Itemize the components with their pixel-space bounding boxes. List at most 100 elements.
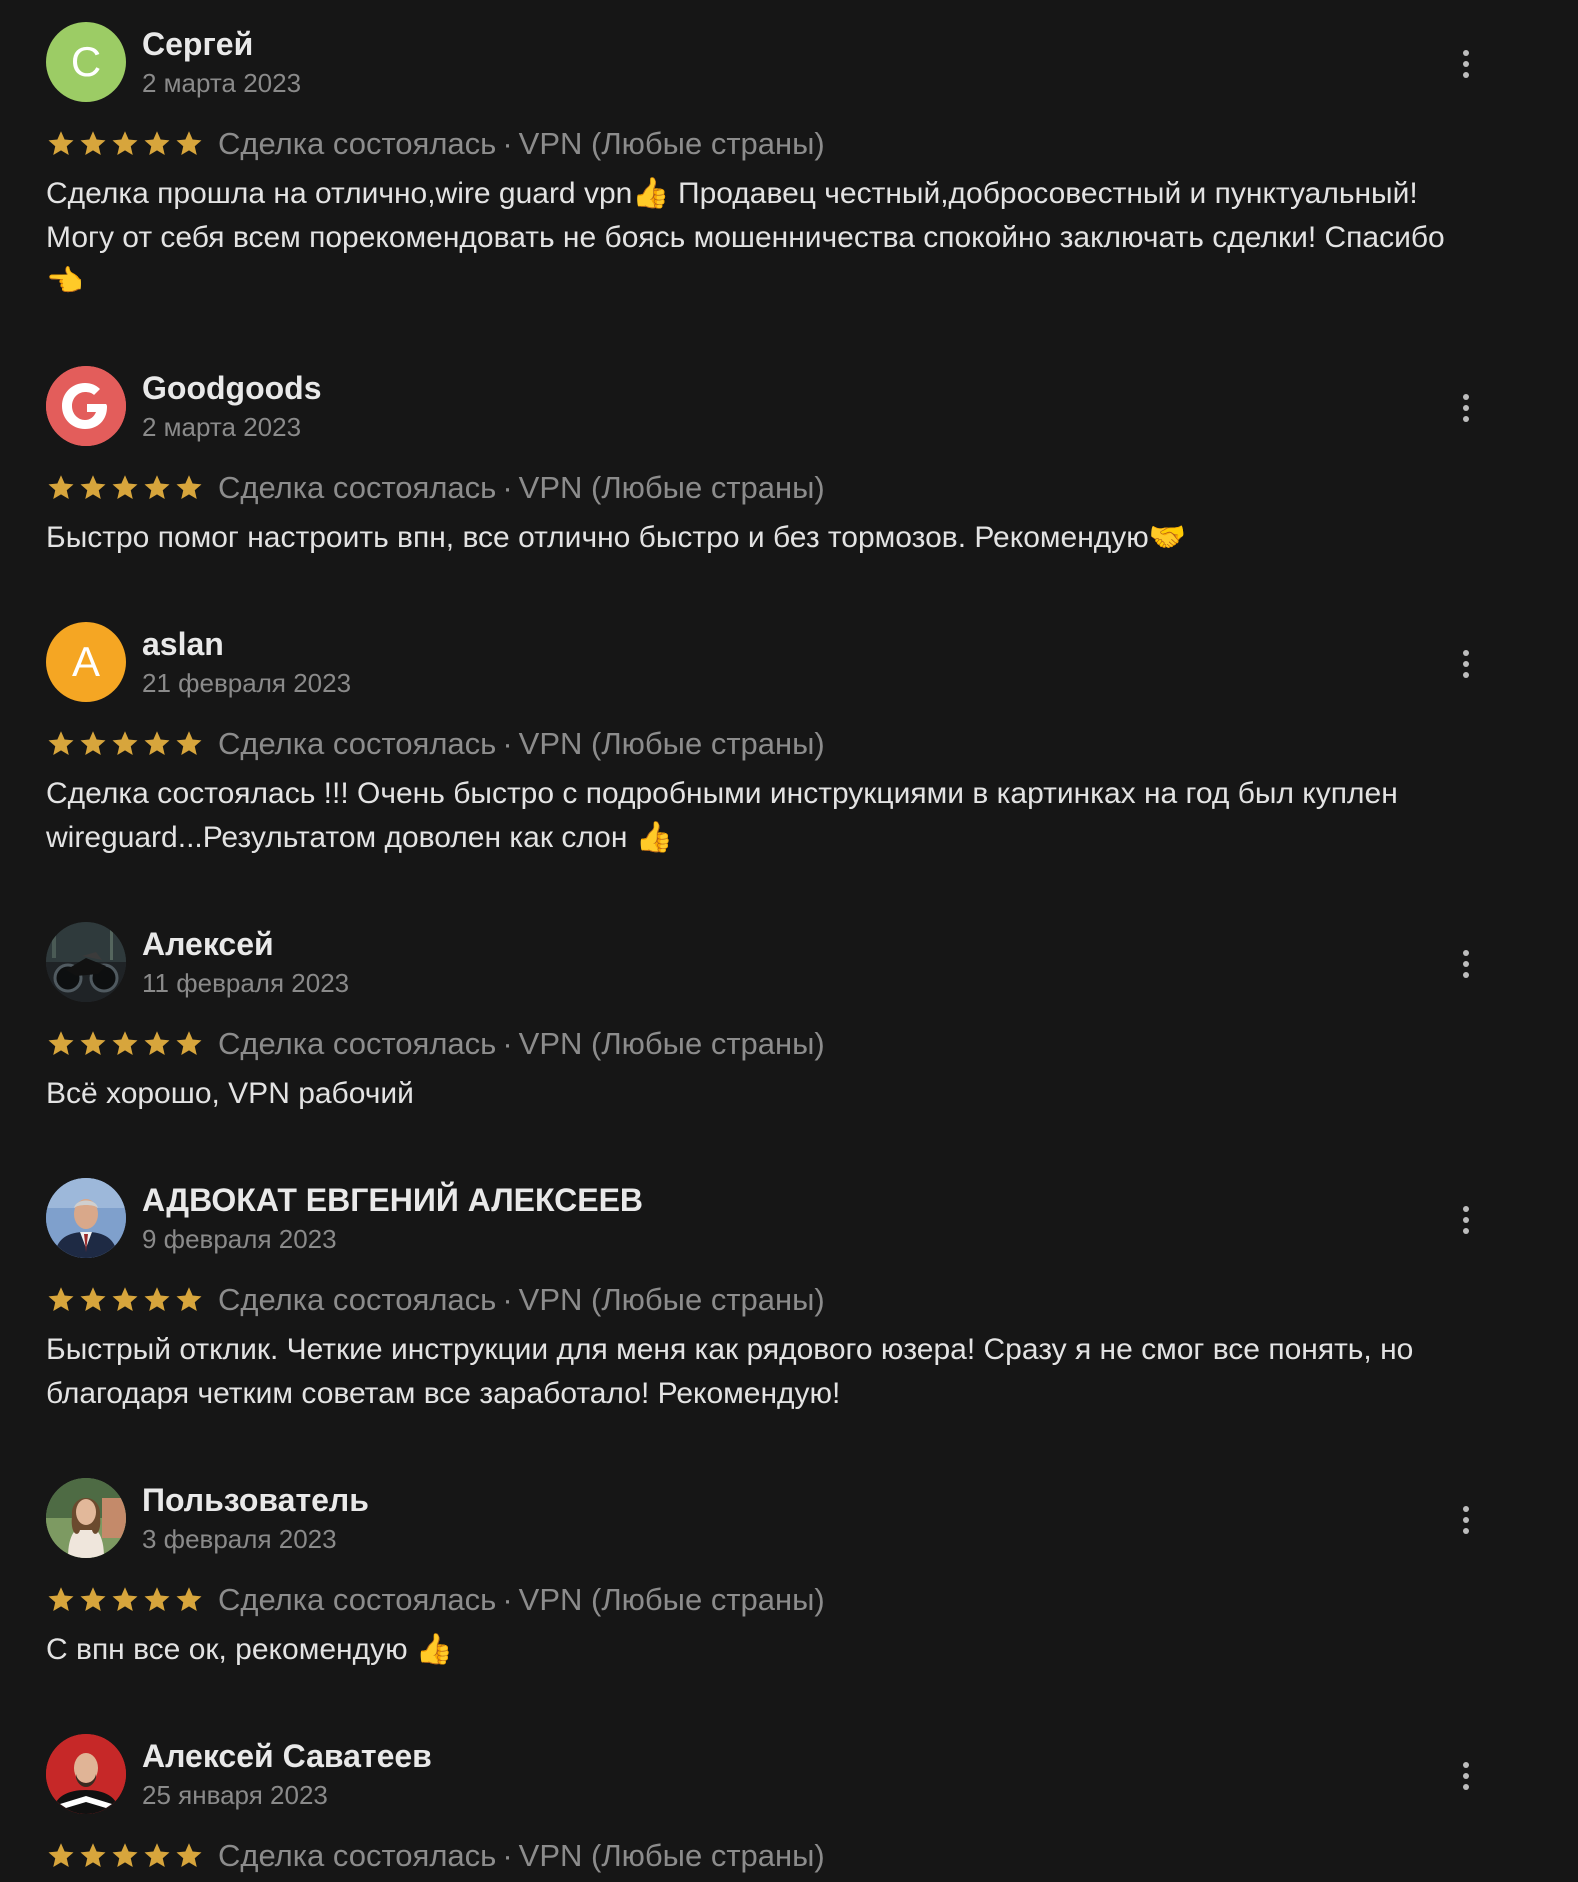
review-date: 25 января 2023: [142, 1780, 328, 1810]
avatar[interactable]: [46, 1178, 126, 1258]
star-icon: [48, 1587, 74, 1611]
more-options-button[interactable]: [1452, 46, 1480, 82]
more-options-button[interactable]: [1452, 646, 1480, 682]
star-icon: [112, 1031, 138, 1055]
rating-row: Сделка состоялась · VPN (Любые страны): [46, 122, 825, 166]
avatar[interactable]: [46, 922, 126, 1002]
star-icon: [112, 475, 138, 499]
more-options-button[interactable]: [1452, 1502, 1480, 1538]
star-icon: [176, 1843, 202, 1867]
star-rating: [46, 1841, 204, 1871]
review-date: 2 марта 2023: [142, 412, 302, 442]
star-icon: [48, 475, 74, 499]
rating-row: Сделка состоялась · VPN (Любые страны): [46, 722, 825, 766]
google-g-logo-icon: [46, 366, 126, 446]
author-name[interactable]: Алексей Саватеев: [142, 1738, 432, 1775]
product-category[interactable]: VPN (Любые страны): [519, 726, 825, 762]
star-icon: [176, 1031, 202, 1055]
star-icon: [48, 731, 74, 755]
review-date: 9 февраля 2023: [142, 1224, 337, 1254]
star-icon: [176, 1587, 202, 1611]
more-options-button[interactable]: [1452, 1202, 1480, 1238]
more-vertical-icon: [1463, 1506, 1469, 1534]
star-rating: [46, 1585, 204, 1615]
star-rating: [46, 1285, 204, 1315]
star-icon: [176, 1287, 202, 1311]
review-text: Быстрый отклик. Четкие инструкции для ме…: [46, 1333, 1414, 1410]
star-icon: [144, 475, 170, 499]
more-vertical-icon: [1463, 650, 1469, 678]
star-icon: [80, 131, 106, 155]
star-icon: [80, 1587, 106, 1611]
star-icon: [112, 131, 138, 155]
star-icon: [80, 1843, 106, 1867]
avatar[interactable]: [46, 1478, 126, 1558]
avatar[interactable]: [46, 366, 126, 446]
more-options-button[interactable]: [1452, 1758, 1480, 1794]
separator-dot: ·: [502, 470, 513, 505]
star-icon: [80, 731, 106, 755]
rating-row: Сделка состоялась · VPN (Любые страны): [46, 1278, 825, 1322]
deal-status: Сделка состоялась: [218, 126, 497, 161]
star-icon: [112, 1587, 138, 1611]
separator-dot: ·: [502, 1582, 513, 1617]
star-icon: [112, 731, 138, 755]
star-rating: [46, 473, 204, 503]
review-text: С впн все ок, рекомендую 👍: [46, 1633, 454, 1666]
star-rating: [46, 129, 204, 159]
product-category[interactable]: VPN (Любые страны): [519, 1026, 825, 1062]
star-icon: [80, 1287, 106, 1311]
star-icon: [176, 731, 202, 755]
avatar-letter: A: [71, 638, 100, 685]
author-name[interactable]: Алексей: [142, 926, 274, 963]
star-rating: [46, 1029, 204, 1059]
more-vertical-icon: [1463, 1206, 1469, 1234]
more-vertical-icon: [1463, 394, 1469, 422]
author-name[interactable]: АДВОКАТ ЕВГЕНИЙ АЛЕКСЕЕВ: [142, 1182, 643, 1219]
deal-status: Сделка состоялась: [218, 470, 497, 505]
deal-status: Сделка состоялась: [218, 1282, 497, 1317]
separator-dot: ·: [502, 726, 513, 761]
review-text: Сделка состоялась !!! Очень быстро с под…: [46, 777, 1398, 854]
author-name[interactable]: Пользователь: [142, 1482, 369, 1519]
star-icon: [80, 475, 106, 499]
star-icon: [144, 731, 170, 755]
review-date: 11 февраля 2023: [142, 968, 350, 998]
author-name[interactable]: Сергей: [142, 26, 253, 63]
avatar-photo-icon: [46, 1478, 126, 1558]
more-options-button[interactable]: [1452, 946, 1480, 982]
deal-status: Сделка состоялась: [218, 726, 497, 761]
separator-dot: ·: [502, 1838, 513, 1873]
more-vertical-icon: [1463, 950, 1469, 978]
avatar[interactable]: A: [46, 622, 126, 702]
deal-status: Сделка состоялась: [218, 1582, 497, 1617]
review-text: Всё хорошо, VPN рабочий: [46, 1077, 414, 1110]
star-icon: [144, 1031, 170, 1055]
star-icon: [144, 1587, 170, 1611]
product-category[interactable]: VPN (Любые страны): [519, 1838, 825, 1874]
star-icon: [112, 1843, 138, 1867]
product-category[interactable]: VPN (Любые страны): [519, 1582, 825, 1618]
avatar[interactable]: C: [46, 22, 126, 102]
avatar[interactable]: [46, 1734, 126, 1814]
product-category[interactable]: VPN (Любые страны): [519, 470, 825, 506]
star-icon: [48, 131, 74, 155]
rating-row: Сделка состоялась · VPN (Любые страны): [46, 466, 825, 510]
review-date: 2 марта 2023: [142, 68, 302, 98]
product-category[interactable]: VPN (Любые страны): [519, 1282, 825, 1318]
deal-status: Сделка состоялась: [218, 1026, 497, 1061]
separator-dot: ·: [502, 1282, 513, 1317]
review-date: 21 февраля 2023: [142, 668, 352, 698]
star-icon: [48, 1287, 74, 1311]
star-icon: [176, 475, 202, 499]
author-name[interactable]: aslan: [142, 626, 224, 663]
review-text: Быстро помог настроить впн, все отлично …: [46, 521, 1187, 554]
star-icon: [144, 131, 170, 155]
separator-dot: ·: [502, 1026, 513, 1061]
product-category[interactable]: VPN (Любые страны): [519, 126, 825, 162]
star-icon: [112, 1287, 138, 1311]
more-vertical-icon: [1463, 1762, 1469, 1790]
rating-row: Сделка состоялась · VPN (Любые страны): [46, 1022, 825, 1066]
author-name[interactable]: Goodgoods: [142, 370, 322, 407]
more-options-button[interactable]: [1452, 390, 1480, 426]
